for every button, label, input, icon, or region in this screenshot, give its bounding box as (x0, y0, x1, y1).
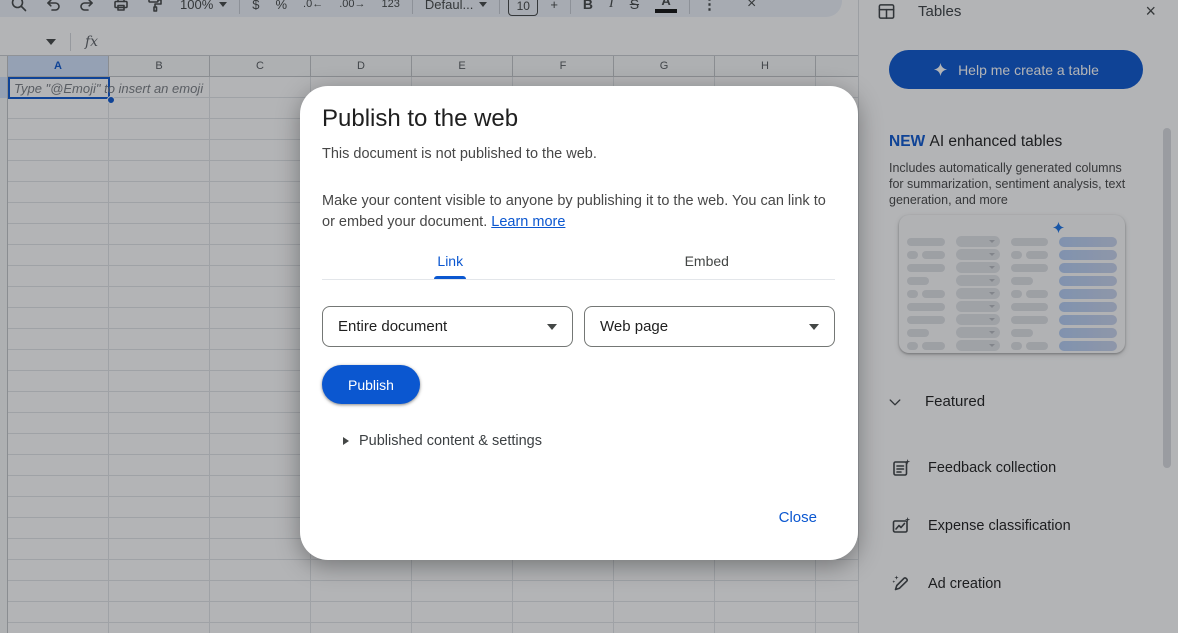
dialog-title: Publish to the web (322, 105, 518, 133)
tab-label: Link (437, 253, 463, 269)
publish-options-row: Entire document Web page (322, 306, 835, 347)
format-dropdown[interactable]: Web page (584, 306, 835, 347)
active-tab-indicator (434, 276, 466, 279)
published-settings-toggle[interactable]: Published content & settings (343, 433, 542, 449)
app-window: 100% $ % .0← .00→ 123 Defaul... 10 + B I… (0, 0, 1178, 633)
publish-button[interactable]: Publish (322, 365, 420, 404)
learn-more-link[interactable]: Learn more (491, 214, 565, 230)
content-dropdown-value: Entire document (338, 318, 447, 335)
tab-label: Embed (685, 253, 729, 269)
chevron-down-icon (809, 324, 819, 330)
publish-status-text: This document is not published to the we… (322, 146, 597, 162)
tab-link[interactable]: Link (322, 243, 579, 279)
dialog-description: Make your content visible to anyone by p… (322, 191, 826, 233)
published-settings-label: Published content & settings (359, 433, 542, 449)
chevron-down-icon (547, 324, 557, 330)
dialog-close-button[interactable]: Close (779, 509, 817, 526)
content-dropdown[interactable]: Entire document (322, 306, 573, 347)
expand-arrow-icon (343, 437, 349, 445)
format-dropdown-value: Web page (600, 318, 668, 335)
tab-embed[interactable]: Embed (579, 243, 836, 279)
publish-dialog: Publish to the web This document is not … (300, 86, 858, 560)
dialog-tabs: Link Embed (322, 243, 835, 280)
